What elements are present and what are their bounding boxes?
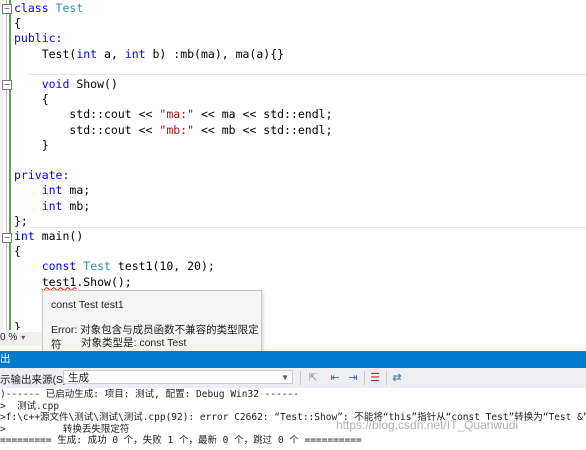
- code-token: mb;: [62, 198, 91, 213]
- code-token: int: [76, 46, 98, 61]
- code-token: "mb:": [159, 122, 195, 137]
- code-token: int: [124, 46, 146, 61]
- code-token: .Show();: [76, 274, 132, 289]
- code-token: a,: [97, 46, 125, 61]
- editor-gutter: [0, 0, 4, 330]
- code-token: public:: [14, 31, 63, 46]
- code-line: void Show(): [14, 76, 118, 92]
- line-separator: [28, 74, 586, 75]
- toolbar-divider: [364, 371, 365, 385]
- tooltip-object-type: 对象类型是: const Test: [81, 337, 187, 349]
- output-line: > 转换丢失限定符: [0, 423, 130, 435]
- output-toolbar: 示输出来源(S): 生成 ▼ ⇱ ⇤ ⇥ ☰ ⇄: [0, 368, 586, 388]
- code-token: int: [41, 198, 63, 213]
- code-line: int ma;: [14, 182, 90, 198]
- code-token: Test(: [14, 46, 77, 61]
- code-line: {: [14, 243, 21, 259]
- dropdown-chevron-icon[interactable]: ▾: [21, 333, 25, 342]
- source-label: 示输出来源(S):: [0, 374, 70, 386]
- code-token: << mb << std::endl;: [194, 122, 333, 137]
- change-indicator-bar: [9, 0, 11, 330]
- code-line: class Test: [14, 0, 83, 16]
- code-token: "ma:": [159, 107, 195, 122]
- code-token: void: [41, 77, 70, 91]
- code-token: int: [14, 229, 35, 243]
- code-line: {: [14, 15, 21, 31]
- code-line: std::cout << "mb:" << mb << std::endl;: [14, 122, 333, 138]
- output-panel-title: 出: [0, 351, 586, 368]
- dropdown-chevron-icon[interactable]: ▼: [281, 371, 289, 385]
- code-line: int main(): [14, 228, 83, 244]
- outline-line: [6, 0, 7, 330]
- collapse-icon[interactable]: −: [2, 4, 12, 14]
- code-token: Test: [83, 259, 111, 274]
- error-tooltip: const Test test1 Error: 对象包含与成员函数不兼容的类型限…: [42, 290, 262, 356]
- code-token: class: [14, 1, 56, 15]
- code-token: b) :mb(ma), ma(a){}: [145, 46, 285, 61]
- code-token: };: [14, 213, 28, 228]
- tooltip-title: const Test test1: [51, 299, 124, 311]
- output-line: > 测试.cpp: [0, 400, 60, 412]
- panel-title-text: 出: [0, 353, 11, 365]
- code-line: }: [14, 137, 49, 153]
- code-token: std::cout <<: [14, 122, 160, 137]
- code-line: Test(int a, int b) :mb(ma), ma(a){}: [14, 46, 284, 62]
- code-token: int: [41, 183, 63, 198]
- code-line: private:: [14, 167, 69, 183]
- collapse-icon[interactable]: −: [2, 80, 12, 90]
- code-token: }: [14, 137, 49, 152]
- code-token: << ma << std::endl;: [194, 107, 333, 122]
- next-message-icon[interactable]: ⇥: [346, 371, 360, 385]
- code-line: }: [14, 319, 21, 330]
- zoom-control[interactable]: 0 % ▾: [0, 332, 42, 346]
- code-line: test1.Show();: [14, 274, 132, 290]
- code-token: private:: [14, 168, 70, 183]
- code-line: const Test test1(10, 20);: [14, 258, 215, 274]
- code-token: main(): [34, 229, 84, 243]
- code-line: {: [14, 91, 49, 107]
- code-token: std::cout <<: [14, 107, 160, 122]
- code-line: std::cout << "ma:" << ma << std::endl;: [14, 106, 333, 122]
- toolbar-divider: [386, 371, 387, 385]
- error-squiggle-token: test1: [41, 274, 77, 289]
- code-token: Test: [55, 1, 84, 15]
- word-wrap-icon[interactable]: ⇄: [390, 371, 404, 385]
- output-source-value: 生成: [68, 372, 89, 384]
- code-line: int mb;: [14, 198, 90, 214]
- prev-message-icon[interactable]: ⇤: [328, 371, 342, 385]
- find-message-icon[interactable]: ⇱: [306, 371, 320, 385]
- code-line: };: [14, 213, 28, 229]
- code-token: const: [41, 259, 77, 274]
- line-separator: [28, 227, 586, 228]
- code-line: public:: [14, 30, 62, 46]
- code-token: Show(): [69, 77, 118, 91]
- code-token: {: [14, 16, 21, 31]
- code-editor[interactable]: − − − class Test{public: Test(int a, int…: [0, 0, 586, 330]
- code-token: ma;: [62, 183, 91, 198]
- code-token: }: [14, 320, 21, 330]
- code-token: {: [14, 92, 49, 107]
- code-token: test1(10, 20);: [110, 259, 215, 274]
- zoom-value: 0 %: [0, 332, 18, 343]
- output-line: ========= 生成: 成功 0 个，失败 1 个，最新 0 个，跳过 0 …: [0, 435, 362, 446]
- output-line: )------ 已启动生成: 项目: 测试, 配置: Debug Win32 -…: [0, 389, 299, 400]
- watermark: https://blog.csdn.net/IT_Quanwudi: [336, 418, 519, 432]
- output-source-select[interactable]: 生成 ▼: [63, 370, 293, 384]
- code-token: {: [14, 244, 21, 259]
- clear-all-icon[interactable]: ☰: [368, 371, 382, 385]
- toolbar-divider: [300, 371, 301, 385]
- collapse-icon[interactable]: −: [2, 233, 12, 243]
